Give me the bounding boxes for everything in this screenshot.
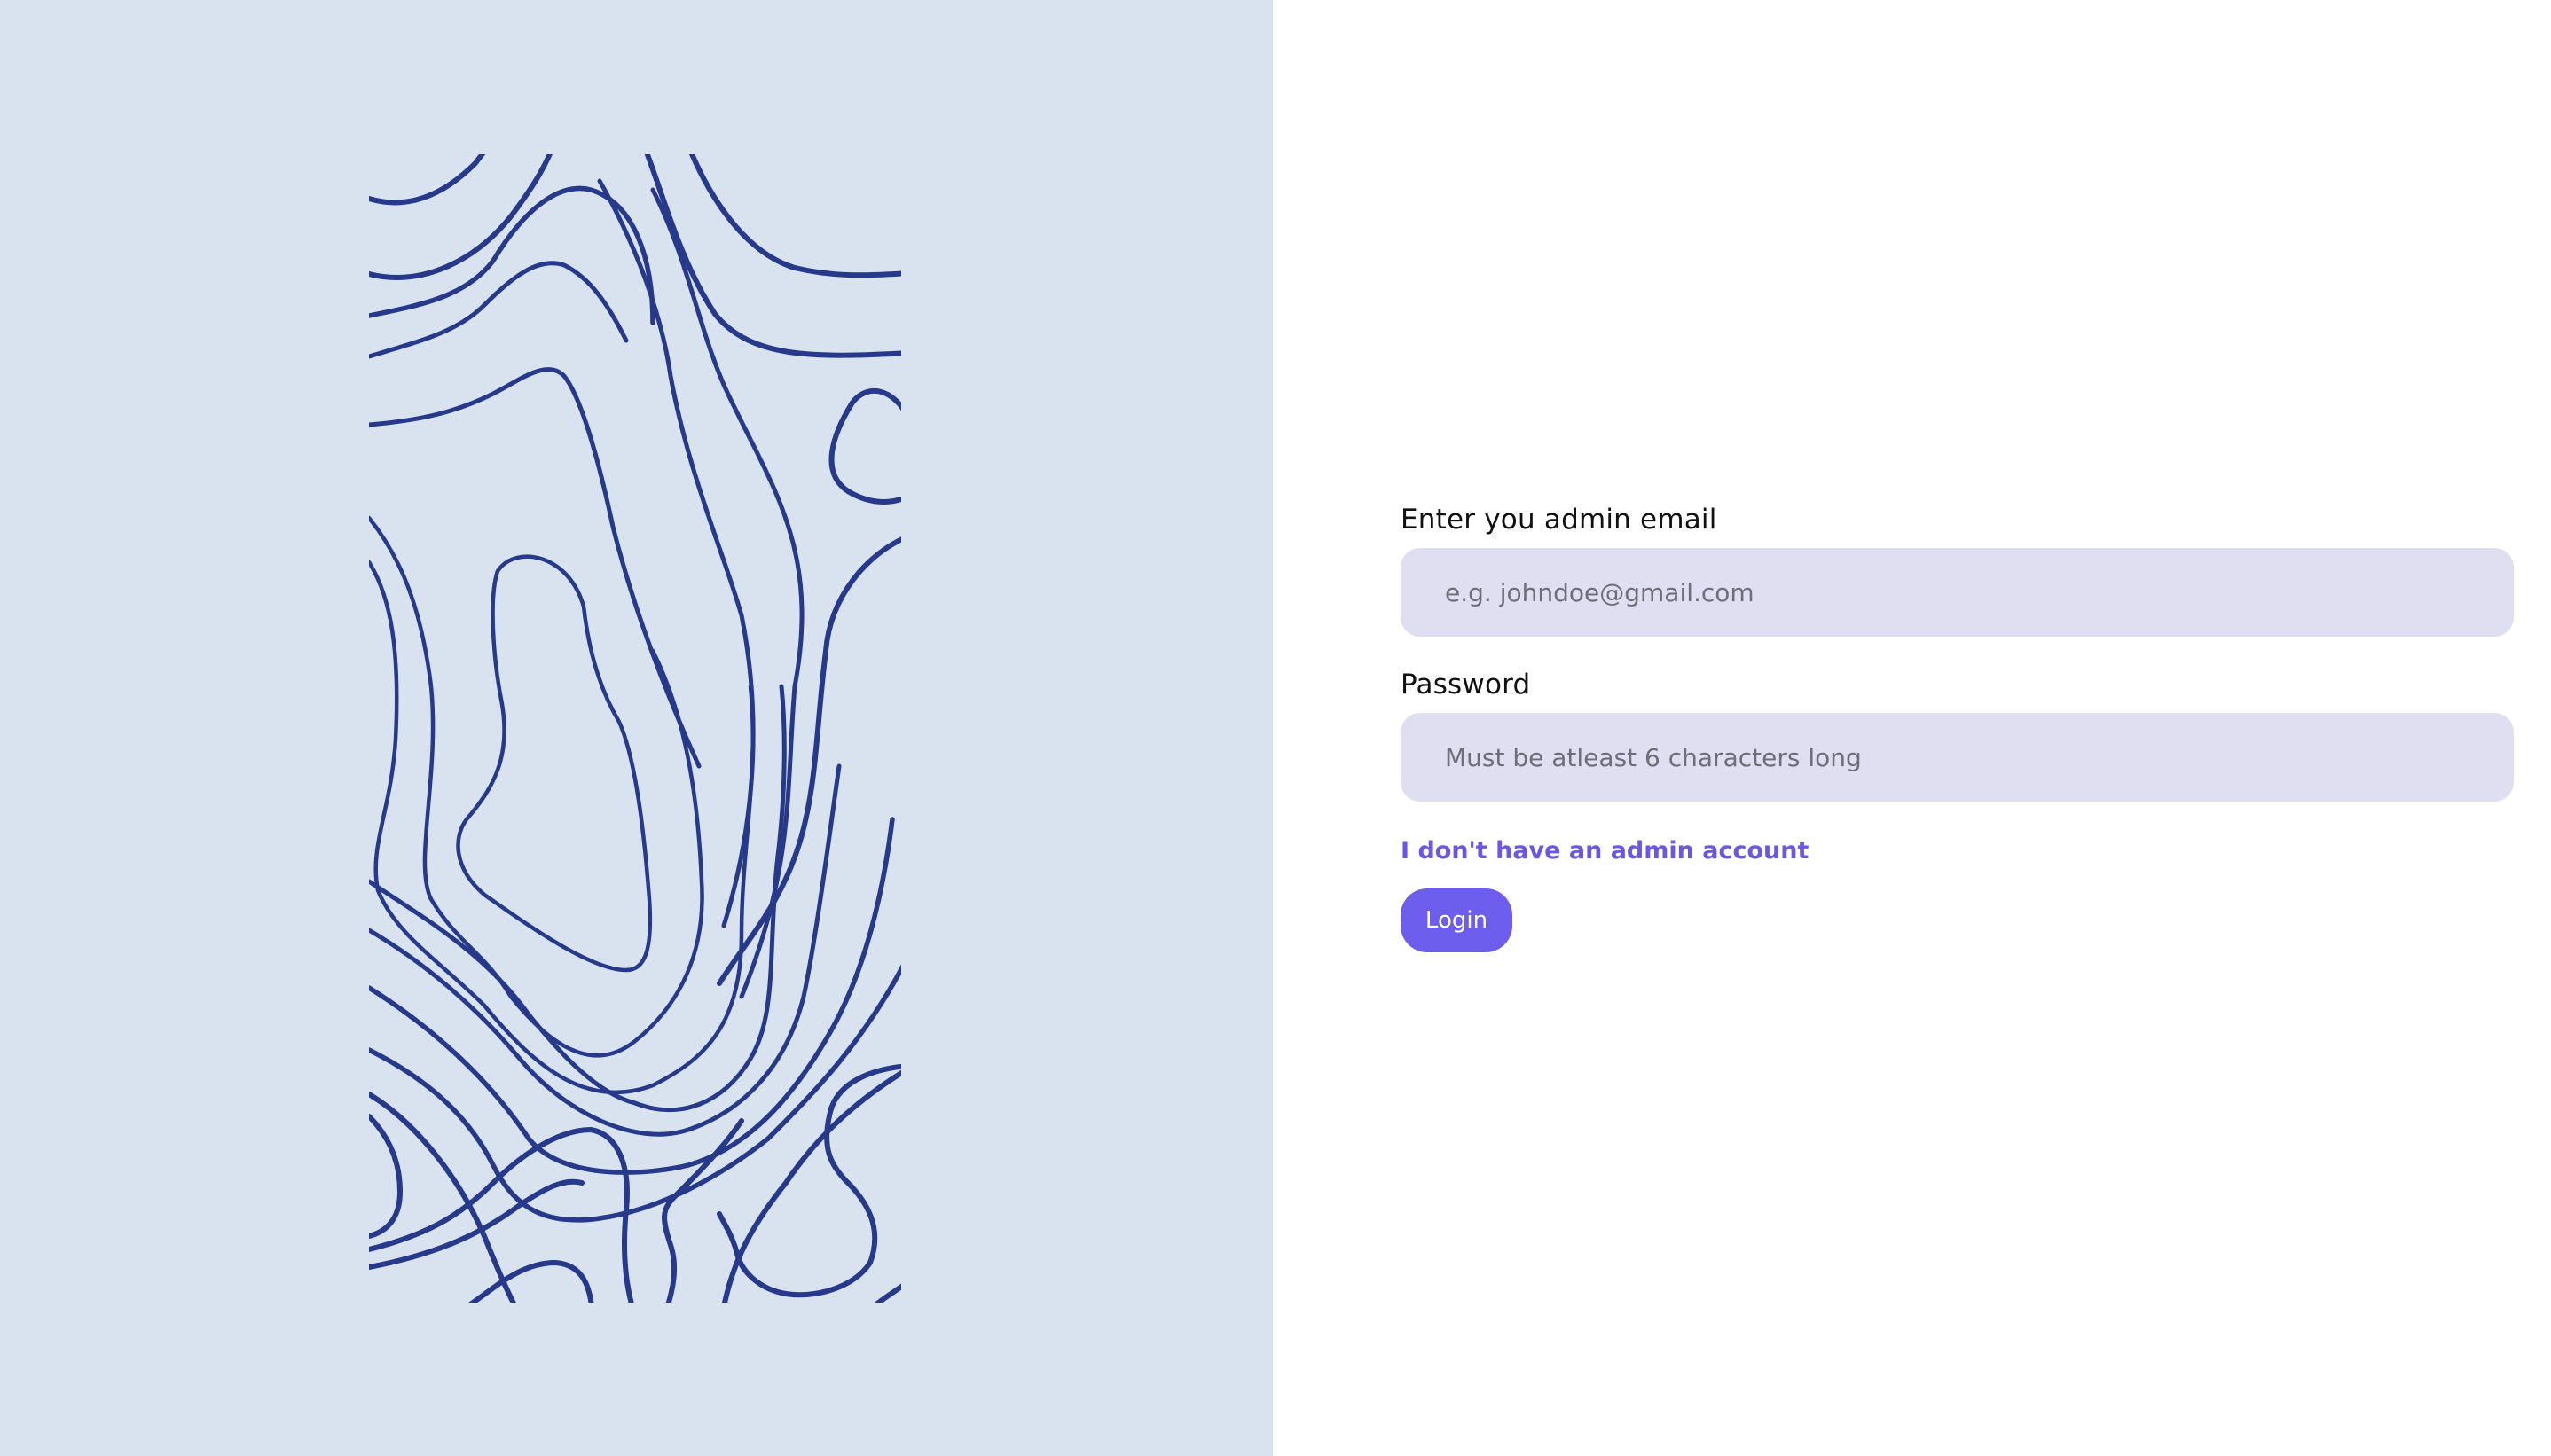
- password-input[interactable]: [1401, 713, 2514, 802]
- illustration-panel: [0, 0, 1273, 1456]
- topographic-contour-illustration: [369, 154, 901, 1303]
- admin-login-page: Enter you admin email Password I don't h…: [0, 0, 2551, 1456]
- no-admin-account-link[interactable]: I don't have an admin account: [1401, 835, 1809, 867]
- login-button[interactable]: Login: [1401, 888, 1512, 952]
- password-label: Password: [1401, 669, 1531, 701]
- email-label: Enter you admin email: [1401, 504, 1717, 536]
- login-panel: Enter you admin email Password I don't h…: [1273, 0, 2551, 1456]
- login-form: Enter you admin email Password I don't h…: [1401, 502, 2514, 952]
- email-input[interactable]: [1401, 548, 2514, 637]
